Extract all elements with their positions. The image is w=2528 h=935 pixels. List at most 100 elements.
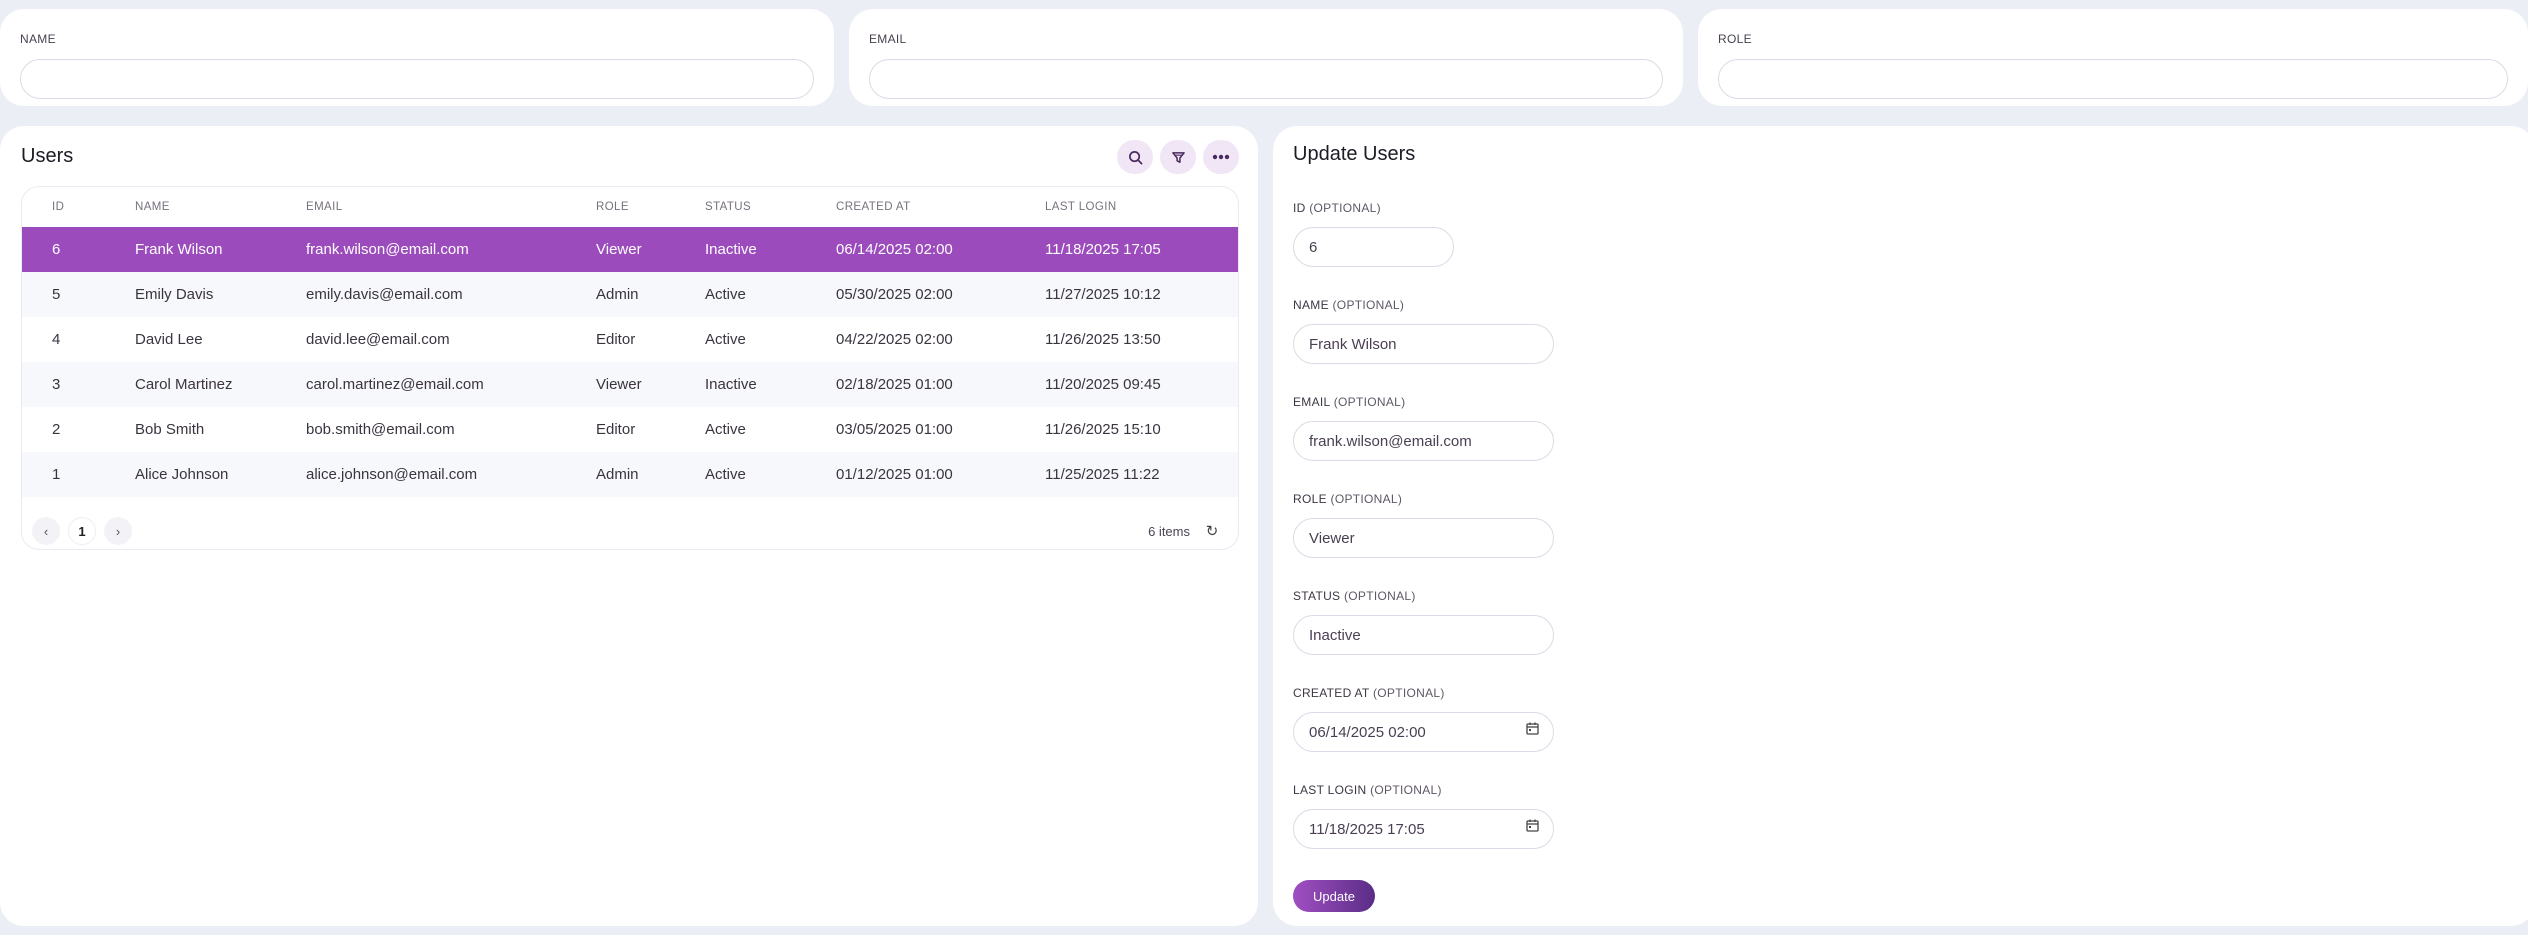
cell-last-login: 11/25/2025 11:22: [1045, 452, 1238, 497]
name-filter-input[interactable]: [20, 59, 814, 99]
table-header-row: ID NAME EMAIL ROLE STATUS CREATED AT LAS…: [22, 187, 1238, 227]
table-row[interactable]: 2 Bob Smith bob.smith@email.com Editor A…: [22, 407, 1238, 452]
cell-status: Inactive: [705, 362, 836, 407]
role-field-label: ROLE (OPTIONAL): [1293, 492, 1403, 506]
filter-icon: [1171, 151, 1185, 163]
email-filter-label: EMAIL: [869, 32, 907, 46]
more-icon: [1212, 154, 1230, 160]
cell-email: frank.wilson@email.com: [306, 227, 596, 272]
cell-role: Editor: [596, 421, 636, 438]
role-filter-card: ROLE: [1698, 9, 2528, 106]
cell-status: Active: [705, 452, 836, 497]
cell-id: 6: [22, 227, 135, 272]
status-input[interactable]: [1293, 615, 1554, 655]
cell-created-at: 05/30/2025 02:00: [836, 272, 1045, 317]
table-row-selected[interactable]: 6 Frank Wilson frank.wilson@email.com Vi…: [22, 227, 1238, 272]
cell-created-at: 04/22/2025 02:00: [836, 331, 953, 348]
cell-name: David Lee: [135, 331, 203, 348]
id-input[interactable]: [1293, 227, 1454, 267]
cell-id: 2: [52, 421, 61, 438]
cell-id: 5: [22, 272, 135, 317]
table-row[interactable]: 3 Carol Martinez carol.martinez@email.co…: [22, 362, 1238, 407]
cell-status: Active: [705, 421, 746, 438]
cell-name: Emily Davis: [135, 272, 306, 317]
cell-email: david.lee@email.com: [306, 331, 450, 348]
status-field-label: STATUS (OPTIONAL): [1293, 589, 1416, 603]
page-1-button[interactable]: 1: [68, 517, 96, 545]
role-filter-label: ROLE: [1718, 32, 1752, 46]
cell-email: carol.martinez@email.com: [306, 362, 596, 407]
cell-created-at: 02/18/2025 01:00: [836, 362, 1045, 407]
column-header-name[interactable]: NAME: [135, 187, 306, 227]
update-title: Update Users: [1293, 143, 1416, 165]
created-at-input[interactable]: [1293, 712, 1554, 752]
search-icon: [1128, 150, 1142, 164]
cell-email: bob.smith@email.com: [306, 421, 455, 438]
cell-name: Bob Smith: [135, 421, 205, 438]
column-header-id[interactable]: ID: [22, 187, 135, 227]
cell-name: Alice Johnson: [135, 452, 306, 497]
cell-name: Carol Martinez: [135, 362, 306, 407]
cell-last-login: 11/27/2025 10:12: [1045, 272, 1238, 317]
chevron-left-icon: ‹: [43, 523, 49, 539]
cell-last-login: 11/26/2025 13:50: [1045, 331, 1161, 348]
cell-created-at: 06/14/2025 02:00: [836, 227, 1045, 272]
id-field-label: ID (OPTIONAL): [1293, 201, 1381, 215]
items-count: 6 items: [1148, 524, 1190, 539]
cell-id: 1: [22, 452, 135, 497]
cell-role: Viewer: [596, 362, 705, 407]
cell-id: 3: [22, 362, 135, 407]
cell-status: Active: [705, 272, 836, 317]
pagination: ‹ 1 › 6 items ↻: [22, 507, 1238, 547]
name-filter-label: NAME: [20, 32, 56, 46]
cell-role: Admin: [596, 452, 705, 497]
cell-id: 4: [52, 331, 61, 348]
name-input[interactable]: [1293, 324, 1554, 364]
refresh-icon: ↻: [1205, 523, 1219, 540]
email-filter-input[interactable]: [869, 59, 1663, 99]
cell-role: Admin: [596, 272, 705, 317]
cell-email: alice.johnson@email.com: [306, 452, 596, 497]
cell-role: Viewer: [596, 227, 705, 272]
cell-last-login: 11/26/2025 15:10: [1045, 421, 1161, 438]
last-login-field-label: LAST LOGIN (OPTIONAL): [1293, 783, 1442, 797]
role-input[interactable]: [1293, 518, 1554, 558]
search-button[interactable]: [1117, 140, 1153, 174]
column-header-created-at[interactable]: CREATED AT: [836, 187, 1045, 227]
table-row[interactable]: 5 Emily Davis emily.davis@email.com Admi…: [22, 272, 1238, 317]
table-row[interactable]: 1 Alice Johnson alice.johnson@email.com …: [22, 452, 1238, 497]
column-header-last-login[interactable]: LAST LOGIN: [1045, 187, 1238, 227]
name-field-label: NAME (OPTIONAL): [1293, 298, 1405, 312]
users-title: Users: [21, 145, 74, 167]
chevron-right-icon: ›: [115, 523, 121, 539]
cell-last-login: 11/20/2025 09:45: [1045, 362, 1238, 407]
cell-last-login: 11/18/2025 17:05: [1045, 227, 1238, 272]
cell-email: emily.davis@email.com: [306, 272, 596, 317]
email-input[interactable]: [1293, 421, 1554, 461]
column-header-role[interactable]: ROLE: [596, 187, 705, 227]
cell-status: Inactive: [705, 227, 836, 272]
email-filter-card: EMAIL: [849, 9, 1683, 106]
cell-role: Editor: [596, 331, 636, 348]
column-header-status[interactable]: STATUS: [705, 187, 836, 227]
next-page-button[interactable]: ›: [104, 517, 132, 545]
filter-button[interactable]: [1160, 140, 1196, 174]
cell-created-at: 01/12/2025 01:00: [836, 452, 1045, 497]
role-filter-input[interactable]: [1718, 59, 2508, 99]
last-login-input[interactable]: [1293, 809, 1554, 849]
calendar-icon[interactable]: [1526, 722, 1539, 738]
update-button[interactable]: Update: [1293, 880, 1375, 912]
cell-created-at: 03/05/2025 01:00: [836, 421, 953, 438]
calendar-icon[interactable]: [1526, 819, 1539, 835]
cell-status: Active: [705, 331, 746, 348]
users-table: ID NAME EMAIL ROLE STATUS CREATED AT LAS…: [21, 186, 1239, 550]
more-options-button[interactable]: [1203, 140, 1239, 174]
email-field-label: EMAIL (OPTIONAL): [1293, 395, 1406, 409]
table-row[interactable]: 4 David Lee david.lee@email.com Editor A…: [22, 317, 1238, 362]
name-filter-card: NAME: [0, 9, 834, 106]
prev-page-button[interactable]: ‹: [32, 517, 60, 545]
column-header-email[interactable]: EMAIL: [306, 187, 596, 227]
created-at-field-label: CREATED AT (OPTIONAL): [1293, 686, 1445, 700]
refresh-button[interactable]: ↻: [1202, 521, 1222, 541]
cell-name: Frank Wilson: [135, 227, 306, 272]
